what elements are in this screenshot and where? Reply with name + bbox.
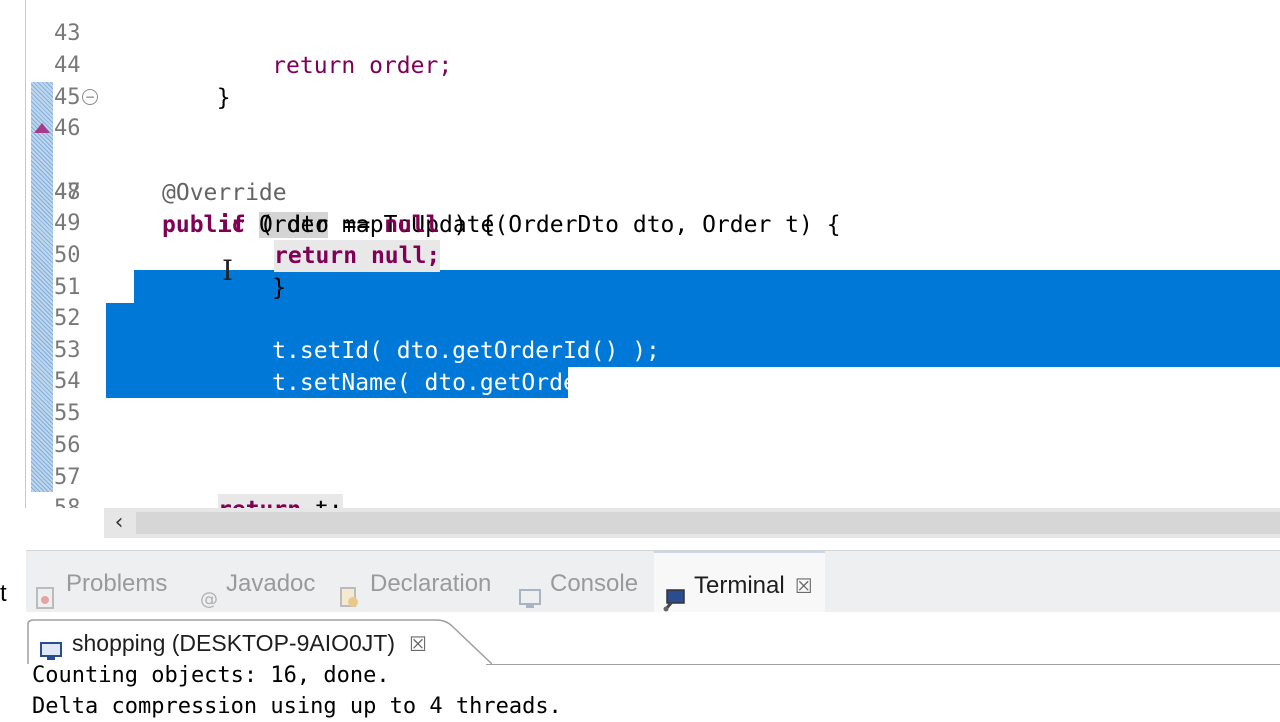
text-cursor-icon: I: [222, 254, 234, 287]
tab-javadoc[interactable]: @ Javadoc: [198, 551, 315, 613]
return-value: t;: [301, 497, 343, 508]
panel-gap: [0, 538, 1280, 550]
tab-label: Problems: [66, 570, 168, 597]
code-line-54[interactable]: 54 t.setDate( dto.getDate() );: [0, 334, 1280, 427]
console-icon: [518, 570, 542, 608]
code-line-48[interactable]: 48 if ( dto == null ) {: [0, 145, 1280, 238]
code-line-50[interactable]: 50 }: [0, 208, 1280, 301]
edge-text: t: [0, 580, 7, 607]
code-line-51[interactable]: 51: [0, 240, 1280, 300]
close-icon[interactable]: ☒: [795, 553, 813, 619]
session-label: shopping (DESKTOP-9AIO0JT): [72, 630, 395, 656]
scroll-left-arrow-icon[interactable]: ‹: [104, 508, 134, 538]
tab-label: Terminal: [694, 572, 785, 599]
terminal-icon: [662, 572, 686, 612]
views-tab-bar: Problems @ Javadoc Declaration Console T…: [26, 550, 1280, 615]
problems-icon: [34, 570, 58, 609]
tab-console[interactable]: Console: [518, 551, 638, 613]
scrollbar-thumb[interactable]: [136, 512, 1280, 534]
collapse-fold-icon[interactable]: −: [82, 89, 98, 105]
code-line-45[interactable]: 45: [0, 50, 1280, 110]
tab-label: Console: [550, 570, 639, 597]
code-line-56[interactable]: 56: [0, 398, 1280, 458]
code-line-52[interactable]: 52 t.setId( dto.getOrderId() );: [0, 271, 1280, 364]
terminal-session-tab[interactable]: shopping (DESKTOP-9AIO0JT) ☒: [30, 622, 460, 664]
code-line-47[interactable]: 47 public Order mapToUpdate(OrderDto dto…: [0, 113, 1280, 238]
code-line-58[interactable]: 58 }: [0, 461, 1280, 508]
code-line-57[interactable]: 57 return t;: [0, 430, 1280, 508]
code-line-43[interactable]: 43 return order;: [0, 0, 1280, 79]
terminal-output-line: Counting objects: 16, done.: [32, 663, 390, 688]
line-number: 58: [54, 493, 94, 508]
tab-baseline: [486, 664, 1280, 665]
javadoc-icon: @: [198, 570, 218, 610]
monitor-icon: [40, 633, 62, 660]
override-marker-icon[interactable]: [34, 123, 50, 133]
code-line-53[interactable]: 53 t.setName( dto.getOrderName() );: [0, 303, 1280, 396]
code-editor[interactable]: 43 return order; 44 } 45 46 − @Override …: [0, 0, 1280, 508]
tab-terminal[interactable]: Terminal ☒: [654, 551, 825, 615]
tab-problems[interactable]: Problems: [34, 551, 167, 613]
terminal-view[interactable]: shopping (DESKTOP-9AIO0JT) ☒ Counting obj…: [26, 612, 1280, 720]
code-line-44[interactable]: 44 }: [0, 18, 1280, 111]
tab-label: Javadoc: [226, 570, 316, 597]
svg-text:@: @: [200, 589, 218, 610]
keyword-return: return: [218, 497, 301, 508]
tab-label: Declaration: [370, 570, 492, 597]
declaration-icon: [338, 570, 362, 607]
code-line-49[interactable]: 49 return null;: [0, 176, 1280, 272]
tab-declaration[interactable]: Declaration: [338, 551, 491, 613]
terminal-output-line: Delta compression using up to 4 threads.: [32, 694, 562, 719]
horizontal-scrollbar[interactable]: ‹: [104, 508, 1280, 538]
close-icon[interactable]: ☒: [409, 623, 427, 665]
code-line-55[interactable]: 55 t.setQty( dto.getQty() );: [0, 366, 1280, 459]
code-line-46[interactable]: 46 − @Override: [0, 81, 1280, 206]
